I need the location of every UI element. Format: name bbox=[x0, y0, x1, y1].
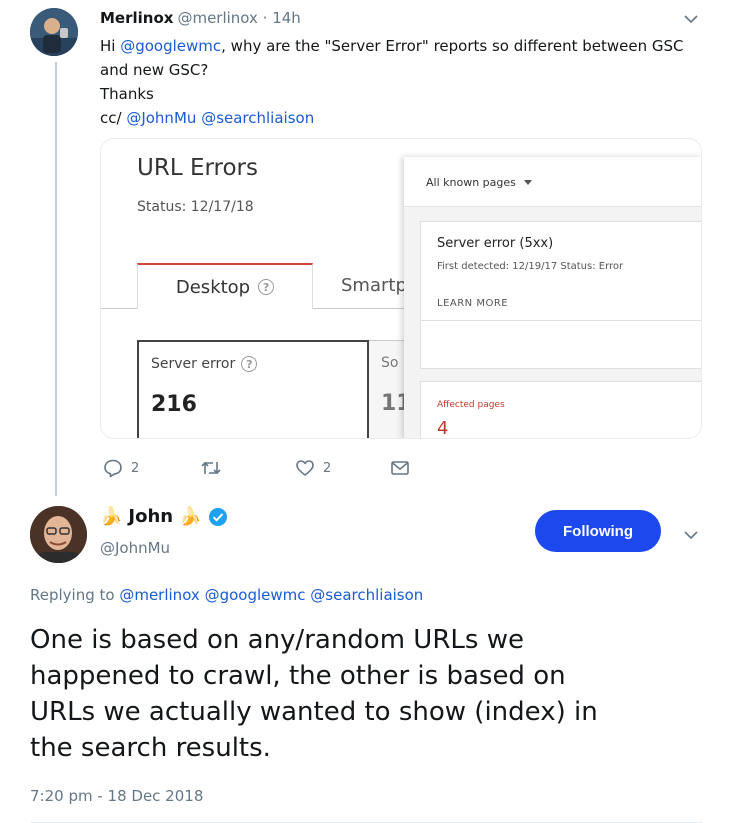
text-fragment: cc/ bbox=[100, 109, 127, 127]
tab-divider bbox=[101, 308, 137, 309]
affected-pages-label: Affected pages bbox=[437, 400, 505, 410]
text-line: happened to crawl, the other is based on bbox=[30, 661, 566, 691]
text-fragment: , why are the "Server Error" reports so … bbox=[221, 37, 684, 55]
author-handle: @JohnMu bbox=[100, 539, 171, 557]
replying-to: Replying to @merlinox @googlewmc @search… bbox=[30, 586, 423, 604]
old-gsc-status: Status: 12/17/18 bbox=[137, 199, 254, 215]
new-gsc-panel: All known pages Server error (5xx) First… bbox=[404, 157, 701, 439]
old-gsc-title: URL Errors bbox=[137, 155, 258, 181]
tweet-header: Merlinox @merlinox · 14h bbox=[100, 9, 301, 27]
chevron-down-icon[interactable] bbox=[680, 8, 702, 30]
tweet-text: One is based on any/random URLs we happe… bbox=[30, 622, 710, 766]
verified-badge-icon bbox=[208, 507, 227, 526]
tweet-text: Hi @googlewmc, why are the "Server Error… bbox=[100, 34, 700, 130]
tab-desktop: Desktop ? bbox=[137, 263, 313, 309]
banana-icon: 🍌 bbox=[179, 506, 202, 527]
learn-more-link: LEARN MORE bbox=[437, 298, 509, 309]
text-line: the search results. bbox=[30, 733, 271, 763]
direct-message-button[interactable] bbox=[390, 458, 410, 478]
mention-googlewmc[interactable]: @googlewmc bbox=[205, 586, 306, 604]
text-fragment: Hi bbox=[100, 37, 121, 55]
caret-down-icon bbox=[523, 180, 532, 185]
author-meta: @merlinox · 14h bbox=[177, 9, 301, 27]
text-line: One is based on any/random URLs we bbox=[30, 625, 524, 655]
text-line: URLs we actually wanted to show (index) … bbox=[30, 697, 598, 727]
avatar-image bbox=[30, 506, 87, 563]
mention-merlinox[interactable]: @merlinox bbox=[119, 586, 199, 604]
reply-button[interactable]: 2 bbox=[103, 458, 139, 478]
issue-subtitle: First detected: 12/19/17 Status: Error bbox=[437, 261, 624, 272]
pages-filter-label: All known pages bbox=[426, 176, 516, 189]
issue-title: Server error (5xx) bbox=[437, 236, 554, 251]
tweet-timestamp[interactable]: 7:20 pm - 18 Dec 2018 bbox=[30, 787, 203, 805]
help-icon: ? bbox=[241, 356, 258, 372]
reply-count: 2 bbox=[131, 460, 140, 476]
pages-filter: All known pages bbox=[426, 176, 532, 189]
avatar-johnmu[interactable] bbox=[30, 506, 87, 563]
help-icon: ? bbox=[258, 279, 275, 295]
thread-connector bbox=[55, 62, 57, 496]
reply-icon bbox=[104, 459, 122, 478]
author-name[interactable]: Merlinox bbox=[100, 9, 173, 27]
tab-smartphone: Smartp bbox=[313, 265, 413, 309]
text-line: Thanks bbox=[100, 85, 154, 103]
like-count: 2 bbox=[323, 460, 332, 476]
server-error-label: Server error bbox=[151, 356, 236, 372]
author-name: John bbox=[128, 506, 174, 527]
text-line: and new GSC? bbox=[100, 61, 209, 79]
server-error-label-row: Server error ? bbox=[151, 356, 258, 372]
server-error-box: Server error ? 216 bbox=[137, 340, 369, 438]
like-icon bbox=[296, 460, 314, 476]
retweet-button[interactable] bbox=[200, 458, 230, 478]
affected-pages-card: Affected pages 4 bbox=[420, 381, 701, 439]
mention-johnmu[interactable]: @JohnMu bbox=[126, 109, 196, 127]
tab-desktop-label: Desktop bbox=[175, 276, 251, 298]
mention-searchliaison[interactable]: @searchliaison bbox=[201, 109, 314, 127]
second-error-box: So 11 bbox=[369, 340, 409, 438]
affected-pages-value: 4 bbox=[437, 418, 449, 439]
message-icon bbox=[391, 461, 409, 475]
banana-icon: 🍌 bbox=[100, 506, 123, 527]
chevron-down-icon[interactable] bbox=[680, 524, 702, 546]
like-button[interactable]: 2 bbox=[295, 458, 331, 478]
new-gsc-toolbar: All known pages bbox=[404, 157, 701, 207]
avatar-image bbox=[30, 8, 78, 56]
issue-card-footer bbox=[420, 321, 701, 369]
second-error-label: So bbox=[381, 355, 399, 371]
replying-prefix: Replying to bbox=[30, 586, 120, 604]
server-error-value: 216 bbox=[151, 392, 197, 417]
tweet-media-image[interactable]: URL Errors Status: 12/17/18 Desktop ? Sm… bbox=[100, 138, 702, 439]
mention-searchliaison[interactable]: @searchliaison bbox=[310, 586, 423, 604]
mention-googlewmc[interactable]: @googlewmc bbox=[120, 37, 221, 55]
author-name-row[interactable]: 🍌 John 🍌 bbox=[100, 506, 228, 527]
avatar-merlinox[interactable] bbox=[30, 8, 78, 56]
following-button[interactable]: Following bbox=[535, 510, 661, 552]
retweet-icon bbox=[201, 461, 221, 475]
issue-card: Server error (5xx) First detected: 12/19… bbox=[420, 221, 701, 321]
